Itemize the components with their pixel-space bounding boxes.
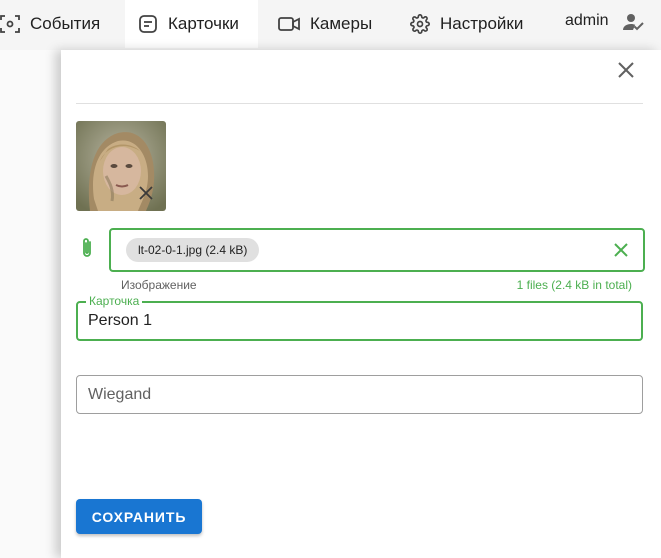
remove-icon[interactable] xyxy=(138,185,154,201)
image-file-input[interactable]: lt-02-0-1.jpg (2.4 kB) xyxy=(109,228,645,272)
top-navigation-bar: События Карточки Камеры Настройки admin xyxy=(0,0,661,50)
tab-label: Настройки xyxy=(440,14,524,33)
user-check-icon xyxy=(622,12,645,37)
card-field-value: Person 1 xyxy=(88,312,153,329)
tab-label: События xyxy=(30,14,101,33)
close-icon[interactable] xyxy=(616,60,636,80)
tab-settings[interactable]: Настройки xyxy=(410,0,523,48)
card-field-label: Карточка xyxy=(86,294,143,308)
save-button[interactable]: СОХРАНИТЬ xyxy=(76,499,202,534)
tab-events[interactable]: События xyxy=(0,0,112,48)
file-count: 1 files (2.4 kB in total) xyxy=(516,278,632,292)
clear-icon[interactable] xyxy=(612,241,630,264)
card-name-field[interactable]: Карточка Person 1 xyxy=(76,294,643,341)
divider xyxy=(76,103,643,104)
card-edit-drawer: lt-02-0-1.jpg (2.4 kB) Изображение 1 fil… xyxy=(61,50,661,558)
card-icon xyxy=(138,14,158,34)
tab-cards[interactable]: Карточки xyxy=(125,0,258,48)
tab-label: Карточки xyxy=(168,14,239,33)
gear-icon xyxy=(410,14,430,34)
file-input-hint: Изображение xyxy=(121,278,197,292)
username: admin xyxy=(565,12,609,29)
file-chip[interactable]: lt-02-0-1.jpg (2.4 kB) xyxy=(126,238,260,262)
page-background xyxy=(0,50,61,558)
tab-cameras[interactable]: Камеры xyxy=(278,0,372,48)
camera-icon xyxy=(278,16,300,32)
paperclip-icon[interactable] xyxy=(80,236,94,265)
wiegand-placeholder: Wiegand xyxy=(88,386,152,403)
user-menu[interactable]: admin xyxy=(565,0,645,48)
wiegand-field[interactable]: Wiegand xyxy=(76,375,643,414)
face-scan-icon xyxy=(0,14,20,34)
tab-label: Камеры xyxy=(310,14,373,33)
